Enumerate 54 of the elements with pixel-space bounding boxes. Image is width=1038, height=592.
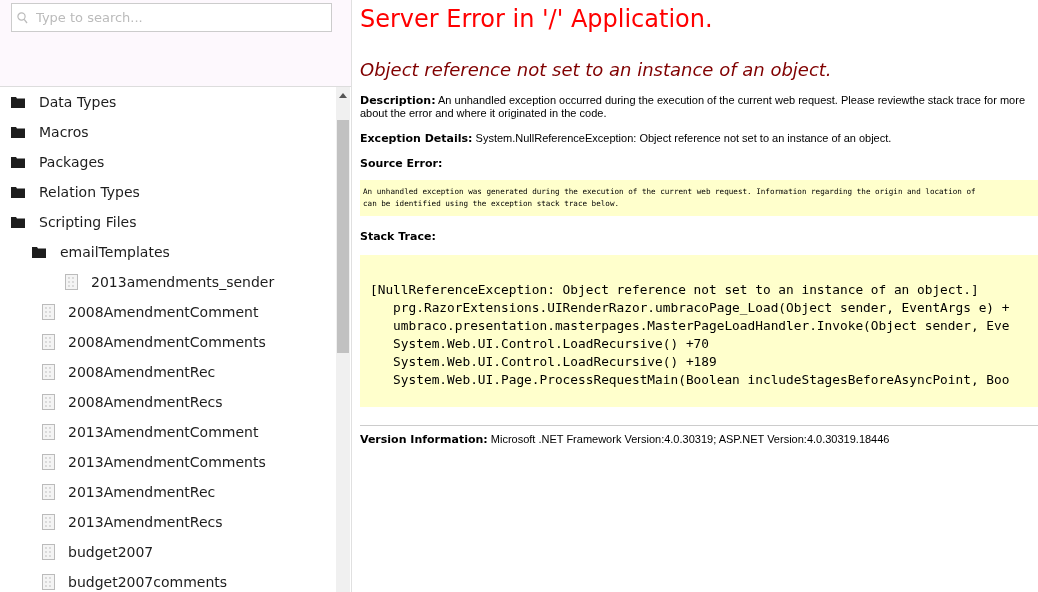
error-title: Server Error in '/' Application.	[360, 5, 714, 33]
tree-item[interactable]: Scripting Files	[0, 207, 336, 237]
folder-icon	[11, 216, 26, 228]
search-field[interactable]: Type to search...	[11, 3, 332, 32]
scroll-thumb[interactable]	[337, 120, 349, 353]
tree-item[interactable]: 2013AmendmentComments	[0, 447, 336, 477]
file-icon	[42, 394, 55, 410]
tree-item[interactable]: 2013AmendmentRecs	[0, 507, 336, 537]
tree-item[interactable]: budget2007	[0, 537, 336, 567]
file-icon	[42, 454, 55, 470]
tree-item[interactable]: 2013AmendmentComment	[0, 417, 336, 447]
folder-icon	[32, 246, 47, 258]
version-text: Microsoft .NET Framework Version:4.0.30319; ASP.NET Version:4.0.30319.18446	[490, 433, 890, 445]
folder-icon	[11, 186, 26, 198]
tree-item[interactable]: 2008AmendmentComment	[0, 297, 336, 327]
exception-details-text: System.NullReferenceException: Object reference not set to an instance of an object.	[475, 132, 892, 144]
file-icon	[42, 544, 55, 560]
error-message: Object reference not set to an instance of an object.	[360, 59, 833, 80]
tree-item[interactable]: emailTemplates	[0, 237, 336, 267]
tree-item[interactable]: 2008AmendmentComments	[0, 327, 336, 357]
stack-trace-label: Stack Trace:	[360, 230, 436, 243]
tree-item[interactable]: budget2007comments	[0, 567, 336, 592]
file-icon	[42, 334, 55, 350]
stack-trace-line: System.Web.UI.Control.LoadRecursive() +70	[392, 335, 710, 353]
source-error-label: Source Error:	[360, 157, 443, 170]
scrollbar[interactable]	[336, 87, 350, 592]
tree-item[interactable]: Macros	[0, 117, 336, 147]
file-icon	[42, 364, 55, 380]
stack-trace-line: System.Web.UI.Page.ProcessRequestMain(Boolean includeStagesBeforeAsyncPoint, Boo	[392, 371, 1011, 389]
version-label: Version Information:	[360, 433, 488, 446]
description-text: An unhandled exception occurred during the execution of the current web request. Please reviewthe stack trace for more	[438, 94, 1025, 106]
file-icon	[65, 274, 78, 290]
scroll-up-icon[interactable]	[339, 93, 347, 98]
folder-icon	[11, 156, 26, 168]
description-label: Description:	[360, 94, 436, 107]
file-icon	[42, 424, 55, 440]
folder-icon	[11, 126, 26, 138]
stack-trace-line: umbraco.presentation.masterpages.MasterPageLoadHandler.Invoke(Object sender, Eve	[392, 317, 1011, 335]
stack-trace-line: System.Web.UI.Control.LoadRecursive() +189	[392, 353, 718, 371]
description-text: about the error and where it originated in the code.	[360, 107, 607, 119]
file-icon	[42, 484, 55, 500]
tree-item[interactable]: 2013AmendmentRec	[0, 477, 336, 507]
file-icon	[42, 514, 55, 530]
tree-item[interactable]: 2008AmendmentRec	[0, 357, 336, 387]
file-icon	[42, 304, 55, 320]
stack-trace-line: [NullReferenceException: Object reference not set to an instance of an object.]	[370, 281, 980, 299]
stack-trace-line: prg.RazorExtensions.UIRenderRazor.umbracoPage_Load(Object sender, EventArgs e) +	[392, 299, 1011, 317]
exception-details-label: Exception Details:	[360, 132, 473, 145]
tree-item[interactable]: 2008AmendmentRecs	[0, 387, 336, 417]
tree-item[interactable]: 2013amendments_sender	[0, 267, 336, 297]
tree-item[interactable]: Packages	[0, 147, 336, 177]
tree-item[interactable]: Relation Types	[0, 177, 336, 207]
tree-item[interactable]: Data Types	[0, 87, 336, 117]
folder-icon	[11, 96, 26, 108]
